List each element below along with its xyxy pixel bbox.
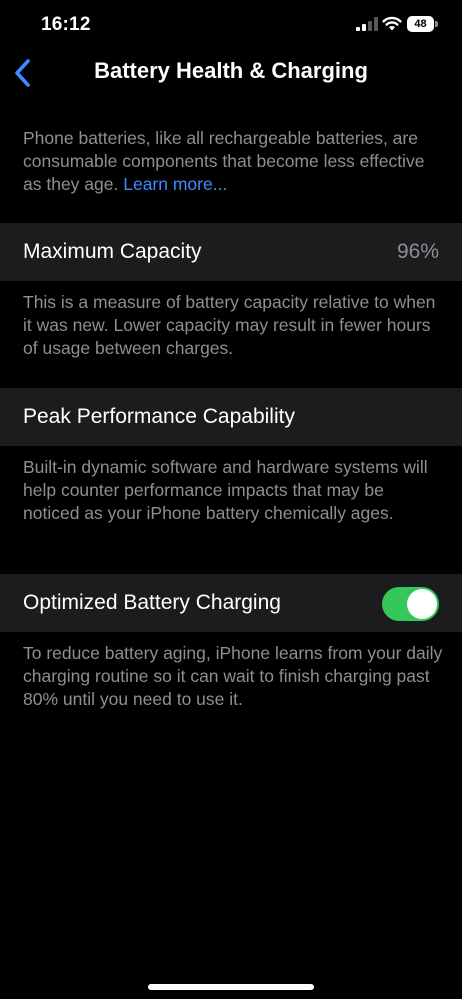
signal-bars-icon [356,17,378,31]
peak-performance-label: Peak Performance Capability [23,405,295,428]
maximum-capacity-description: This is a measure of battery capacity re… [23,292,436,358]
peak-performance-description: Built-in dynamic software and hardware s… [23,457,428,523]
optimized-charging-description: To reduce battery aging, iPhone learns f… [23,643,443,709]
optimized-charging-toggle[interactable] [382,587,439,621]
learn-more-link[interactable]: Learn more... [123,174,227,194]
status-bar: 16:12 48 [0,0,462,50]
intro-text: Phone batteries, like all rechargeable b… [23,127,443,196]
battery-tip [435,21,438,27]
toggle-knob [407,589,437,619]
maximum-capacity-value: 96% [396,240,439,263]
home-indicator[interactable] [148,984,314,990]
maximum-capacity-label: Maximum Capacity [23,240,202,263]
battery-level: 48 [407,16,434,32]
optimized-charging-label: Optimized Battery Charging [23,591,281,614]
maximum-capacity-row: Maximum Capacity 96% [0,223,462,281]
page-title: Battery Health & Charging [94,58,368,83]
wifi-icon [382,16,402,31]
peak-performance-row: Peak Performance Capability [0,388,462,446]
optimized-charging-row: Optimized Battery Charging [0,574,462,632]
status-time: 16:12 [41,14,91,35]
battery-icon: 48 [407,16,438,32]
